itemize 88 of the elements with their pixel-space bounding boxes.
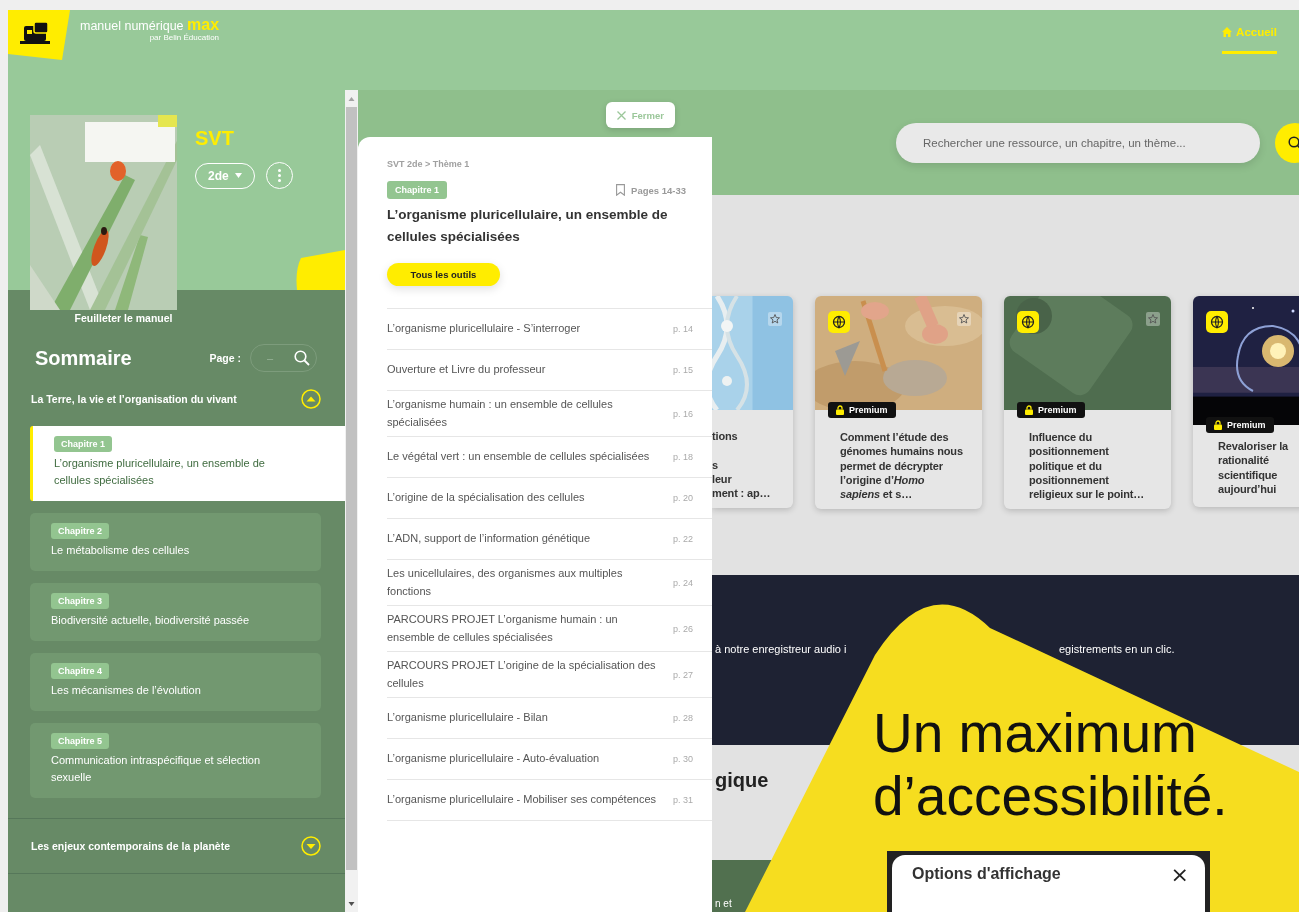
search-icon	[1288, 135, 1299, 150]
lesson-link[interactable]: L’organisme pluricellulaire - Auto-évaluation	[387, 750, 657, 768]
breadcrumb: SVT 2de > Thème 1	[387, 159, 471, 169]
lesson-link[interactable]: PARCOURS PROJET L’organisme humain : un ensemble de cellules spécialisées	[387, 611, 657, 646]
section-heading: gique	[715, 769, 770, 792]
resource-card[interactable]: Premium Influence du positionnement politique et du positionnement religieux sur le point…	[1004, 296, 1171, 510]
search-field[interactable]: Rechercher une ressource, un chapitre, un thème...	[896, 122, 1260, 163]
close-button[interactable]: ×	[1170, 861, 1189, 887]
chapter-title: Communication intraspécifique et sélection sexuelle	[51, 753, 262, 785]
lesson-link[interactable]: L’organisme pluricellulaire - Bilan	[387, 709, 657, 727]
page-number: p. 24	[673, 577, 693, 588]
card-title: Influence du positionnement politique et du positionnement religieux sur le point…	[1028, 430, 1146, 502]
page-number: p. 30	[673, 754, 693, 764]
premium-badge: Premium	[1017, 402, 1085, 418]
page-number: p. 14	[673, 324, 693, 334]
page-number: p. 26	[673, 623, 693, 634]
search-icon[interactable]	[294, 350, 310, 366]
resource-card[interactable]: tions s leur ment : ap…	[712, 296, 793, 509]
banner-text: à notre enregistreur audio i	[715, 643, 847, 655]
expand-icon[interactable]	[301, 836, 321, 856]
chapter-heading: L’organisme pluricellulaire, un ensemble de cellules spécialisées	[387, 206, 669, 246]
globe-icon[interactable]	[828, 311, 850, 333]
lesson-link[interactable]: Ouverture et Livre du professeur	[387, 361, 657, 379]
star-icon[interactable]	[957, 312, 971, 326]
premium-badge: Premium	[1206, 417, 1274, 433]
promo-headline: Un maximum d’accessibilité.	[873, 702, 1229, 828]
page-field[interactable]: –	[250, 344, 317, 372]
lesson-link[interactable]: L’organisme pluricellulaire - S’interroger	[387, 320, 657, 338]
page-number: p. 22	[673, 534, 693, 544]
close-icon	[616, 110, 626, 120]
page-number: p. 20	[673, 493, 693, 503]
resource-card[interactable]: Premium Comment l’étude des génomes humains nous permet de décrypter l’origine d’Homo sapiens et s…	[815, 296, 982, 510]
collapse-icon[interactable]	[301, 389, 321, 409]
logo-icon[interactable]	[8, 10, 70, 60]
browse-link[interactable]: Feuilleter le manuel	[30, 312, 197, 324]
globe-icon[interactable]	[1206, 311, 1228, 333]
chapter-tag: Chapitre 5	[51, 733, 109, 749]
lock-icon	[1214, 420, 1222, 430]
kebab-icon	[277, 169, 281, 182]
lesson-link[interactable]: L’organisme humain : un ensemble de cellules spécialisées	[387, 396, 657, 431]
card-title: Comment l’étude des génomes humains nous permet de décrypter l’origine d’Homo sapiens et s…	[839, 430, 964, 502]
lock-icon	[1025, 405, 1033, 415]
page-number: p. 15	[673, 365, 693, 375]
lesson-link[interactable]: L’ADN, support de l’information génétique	[387, 530, 657, 548]
chapter-title: Biodiversité actuelle, biodiversité passée	[51, 613, 250, 628]
resource-card[interactable]: Premium Revaloriser la rationalité scientifique aujourd’hui	[1193, 296, 1299, 507]
page-range: Pages 14-33	[631, 184, 686, 196]
card-title: tions s leur ment : ap…	[712, 429, 772, 501]
chapter-title: L’organisme pluricellulaire, un ensemble de cellules spécialisées	[54, 456, 266, 488]
page-number: p. 31	[673, 795, 693, 805]
page-number: p. 28	[673, 713, 693, 723]
page-number: p. 27	[673, 669, 693, 680]
lock-icon	[836, 405, 844, 415]
banner-text: egistrements en un clic.	[1059, 643, 1175, 655]
card-title: Revaloriser la rationalité scientifique aujourd’hui	[1217, 439, 1290, 497]
star-icon[interactable]	[1146, 312, 1160, 326]
brand-name: manuel numérique max	[80, 16, 220, 33]
chapter-title: Le métabolisme des cellules	[51, 543, 190, 558]
page-number: p. 18	[673, 452, 693, 462]
section-title[interactable]: Les enjeux contemporains de la planète	[31, 840, 230, 852]
dialog-title: Options d'affichage	[912, 865, 1061, 883]
lesson-link[interactable]: PARCOURS PROJET L’origine de la spécialisation des cellules	[387, 657, 657, 692]
caret-icon	[234, 173, 242, 178]
home-icon	[1222, 27, 1233, 37]
lesson-link[interactable]: Le végétal vert : un ensemble de cellules spécialisées	[387, 448, 657, 466]
chapter-tag: Chapitre 1	[387, 181, 447, 199]
chapter-tag: Chapitre 2	[51, 523, 109, 539]
corner-shape	[295, 250, 345, 290]
chapter-tag: Chapitre 3	[51, 593, 109, 609]
chapter-item[interactable]: Chapitre 1 L’organisme pluricellulaire, un ensemble de cellules spécialisées	[30, 426, 345, 501]
book-subject: SVT	[195, 127, 235, 150]
section-title[interactable]: La Terre, la vie et l’organisation du vivant	[31, 393, 237, 405]
footer-text: n et	[715, 898, 732, 909]
premium-badge: Premium	[828, 402, 896, 418]
lesson-link[interactable]: Les unicellulaires, des organismes aux multiples fonctions	[387, 565, 657, 600]
globe-icon[interactable]	[1017, 311, 1039, 333]
chapter-tag: Chapitre 4	[51, 663, 109, 679]
page-number: p. 16	[673, 408, 693, 419]
tools-button[interactable]: Tous les outils	[387, 263, 500, 286]
publisher-name: par Belin Éducation	[148, 33, 220, 42]
summary-title: Sommaire	[35, 346, 132, 370]
page-label: Page :	[209, 352, 241, 364]
lesson-link[interactable]: L’organisme pluricellulaire - Mobiliser ses compétences	[387, 791, 657, 809]
chapter-tag: Chapitre 1	[54, 436, 112, 452]
star-icon[interactable]	[768, 312, 782, 326]
bookmark-icon[interactable]	[616, 184, 626, 196]
lesson-link[interactable]: L’origine de la spécialisation des cellules	[387, 489, 657, 507]
chapter-title: Les mécanismes de l’évolution	[51, 683, 201, 698]
